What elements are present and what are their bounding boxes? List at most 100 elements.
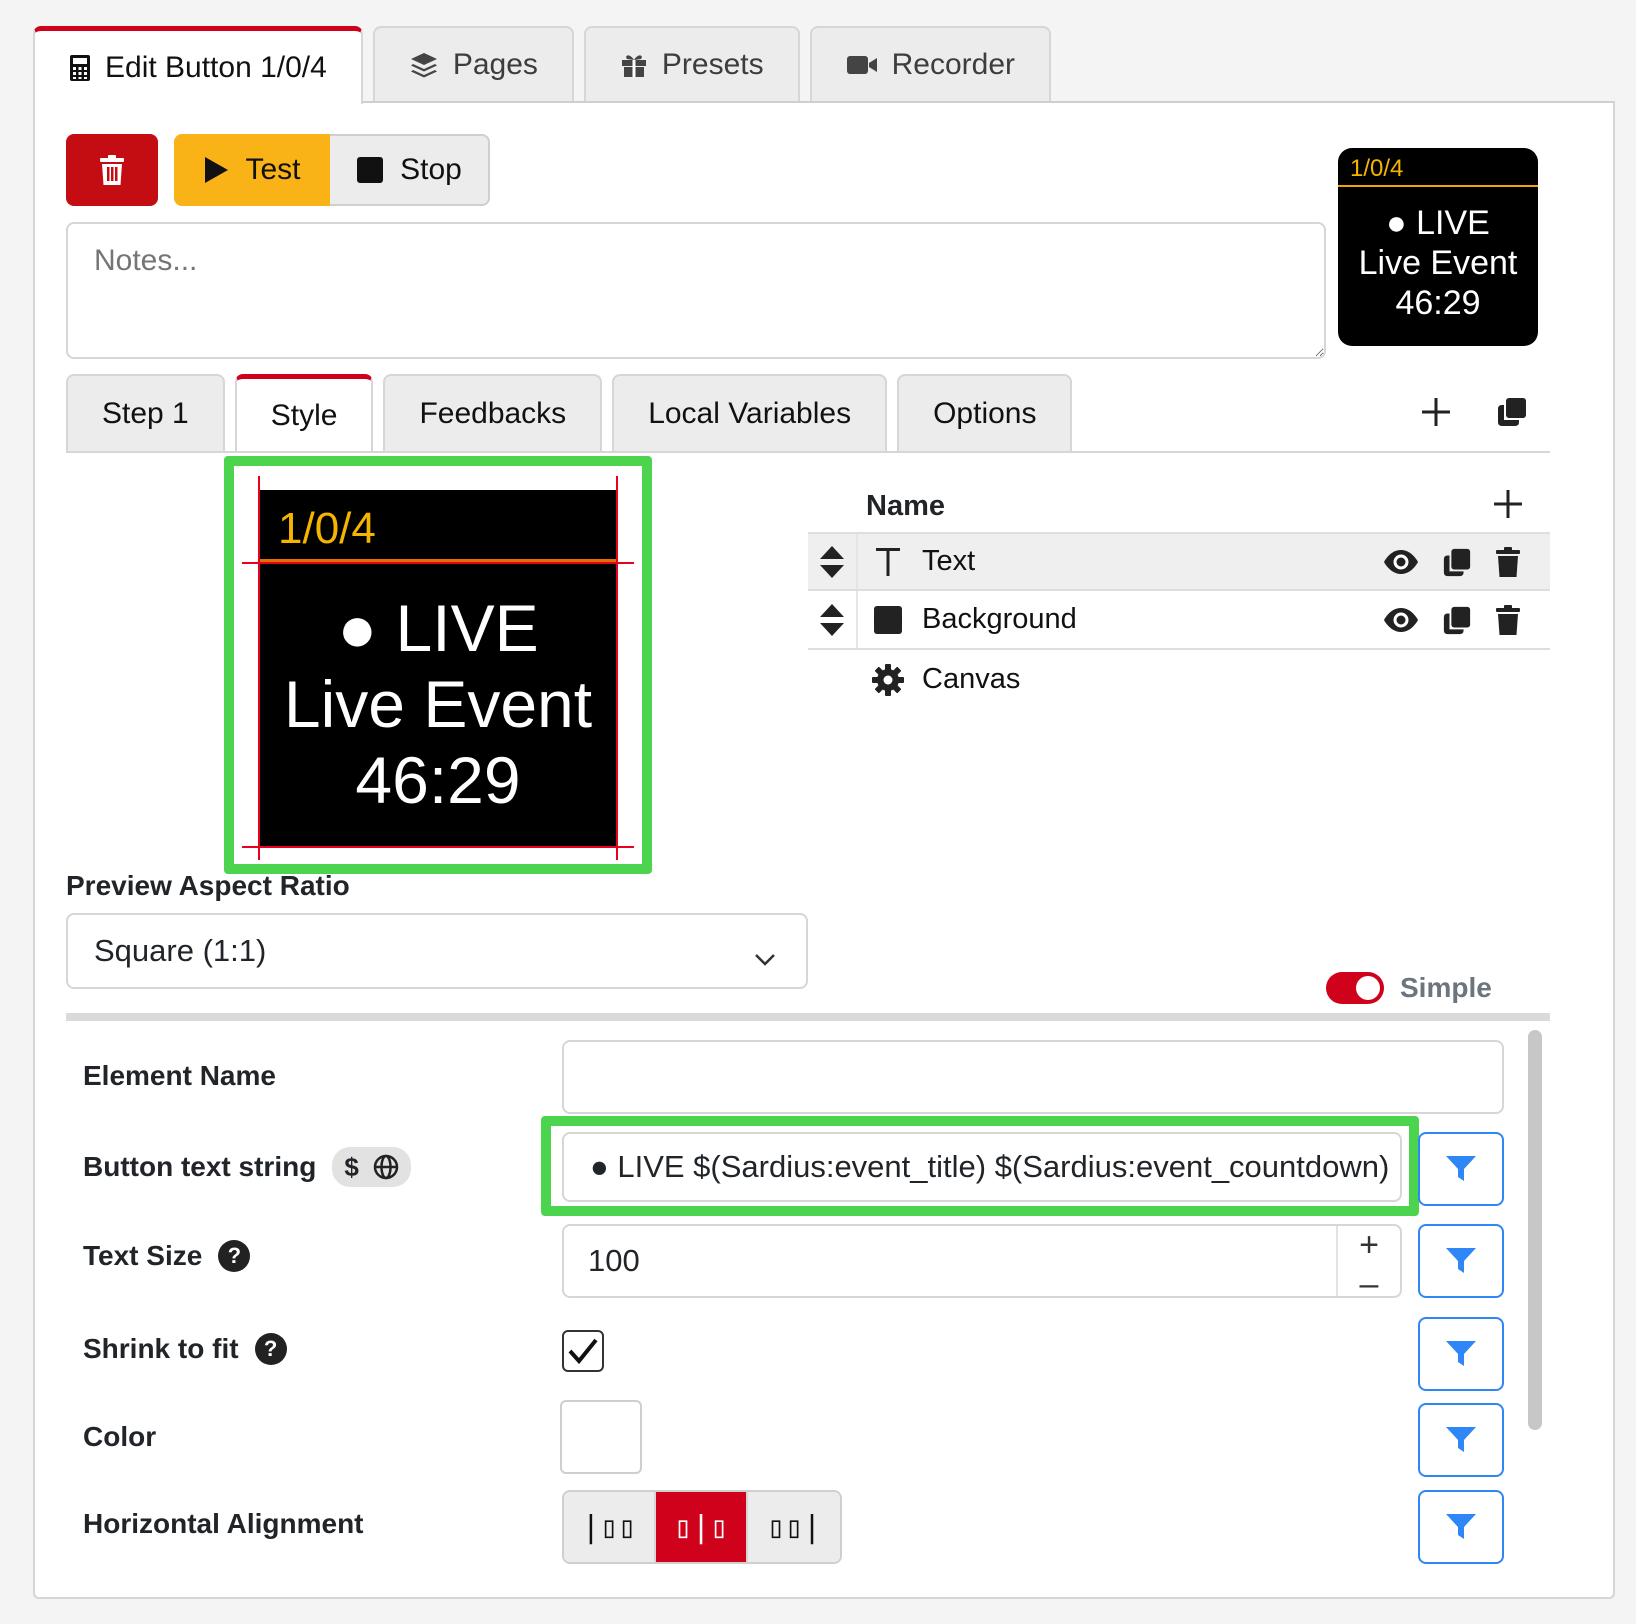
gift-icon [620,51,648,79]
copy-icon[interactable] [1442,546,1472,578]
element-row-text[interactable]: Text [808,532,1550,591]
layers-icon [409,51,439,79]
tab-label: Edit Button 1/0/4 [105,50,327,84]
button-preview-thumbnail: 1/0/4 ● LIVE Live Event 46:29 [1338,148,1538,346]
tab-edit-button[interactable]: Edit Button 1/0/4 [33,26,363,104]
plus-icon [1493,489,1523,519]
filter-icon [1445,1155,1477,1183]
tab-local-variables[interactable]: Local Variables [612,374,888,452]
trash-icon[interactable] [1494,546,1522,578]
filter-icon [1445,1340,1477,1368]
label-text: Element Name [83,1060,276,1091]
text-type-icon [866,547,910,577]
filter-button[interactable] [1418,1490,1504,1564]
tab-recorder[interactable]: Recorder [809,26,1052,102]
filter-button[interactable] [1418,1224,1504,1298]
filter-icon [1445,1513,1477,1541]
tab-presets[interactable]: Presets [583,26,800,102]
stop-label: Stop [400,153,462,186]
tab-label: Pages [452,48,538,81]
element-row-background[interactable]: Background [808,591,1550,650]
element-label: Text [922,545,976,577]
increment-icon[interactable]: + [1359,1226,1379,1265]
variable-badge[interactable]: $ [332,1147,411,1187]
guide-line [258,476,260,860]
trash-icon[interactable] [1494,604,1522,636]
element-name-label: Element Name [83,1060,276,1092]
eye-icon[interactable] [1382,607,1420,633]
gear-icon [866,663,910,697]
step-tabs: Step 1 Style Feedbacks Local Variables O… [66,374,1082,452]
filter-button[interactable] [1418,1317,1504,1391]
filter-icon [1445,1247,1477,1275]
video-icon [846,53,878,77]
toggle-switch[interactable] [1326,972,1384,1004]
copy-icon [1496,396,1528,428]
preview-line: Live Event [1358,244,1518,282]
number-stepper[interactable]: + – [1336,1226,1400,1296]
filter-button[interactable] [1418,1132,1504,1206]
element-list: Name Text Background Canvas [808,480,1550,709]
guide-line [242,846,634,848]
test-button[interactable]: Test [174,134,330,206]
delete-button[interactable] [66,134,158,206]
button-text-label: Button text string $ [83,1147,411,1187]
notes-field[interactable] [66,222,1326,359]
eye-icon[interactable] [1382,549,1420,575]
preview-line: ● LIVE [337,591,539,665]
main-tabs: Edit Button 1/0/4 Pages Presets Recorder [33,26,1061,104]
aspect-ratio-select[interactable]: Square (1:1) [66,913,808,989]
copy-icon[interactable] [1442,604,1472,636]
stop-icon [356,156,384,184]
drag-handle-icon[interactable] [808,534,858,589]
add-step-button[interactable] [1414,390,1458,434]
tab-label: Presets [661,48,764,81]
preview-line: 46:29 [1395,284,1481,322]
tab-divider [66,451,1550,453]
element-label: Canvas [922,663,1021,695]
button-text-input[interactable]: ● LIVE $(Sardius:event_title) $(Sardius:… [562,1132,1402,1202]
shrink-to-fit-label: Shrink to fit ? [83,1333,287,1365]
filter-button[interactable] [1418,1403,1504,1477]
color-swatch[interactable] [560,1400,642,1474]
label-text: Horizontal Alignment [83,1508,364,1539]
test-label: Test [245,153,301,186]
align-left-button[interactable]: |▯▯ [564,1492,656,1562]
calculator-icon [69,54,91,82]
tab-options[interactable]: Options [897,374,1073,452]
play-icon [203,156,229,184]
shrink-to-fit-checkbox[interactable] [562,1330,604,1372]
simple-mode-toggle[interactable]: Simple [1326,972,1492,1004]
stop-button[interactable]: Stop [330,134,490,206]
element-row-canvas[interactable]: Canvas [808,650,1550,709]
align-right-button[interactable]: ▯▯| [748,1492,840,1562]
label-text: Text Size [83,1240,203,1271]
decrement-icon[interactable]: – [1360,1265,1379,1296]
label-text: Button text string [83,1151,317,1182]
tab-step-1[interactable]: Step 1 [66,374,225,452]
plus-icon [1421,397,1451,427]
tab-pages[interactable]: Pages [372,26,574,102]
horizontal-alignment-group: |▯▯ ▯|▯ ▯▯| [562,1490,842,1564]
tab-label: Recorder [891,48,1016,81]
text-size-input[interactable]: 100 + – [562,1224,1402,1298]
tab-feedbacks[interactable]: Feedbacks [383,374,603,452]
help-icon[interactable]: ? [218,1240,251,1272]
dollar-icon: $ [344,1151,359,1182]
element-name-input[interactable] [562,1040,1504,1114]
preview-location: 1/0/4 [1338,148,1538,187]
add-element-button[interactable] [1488,484,1528,524]
guide-line [616,476,618,860]
duplicate-step-button[interactable] [1490,390,1534,434]
align-center-button[interactable]: ▯|▯ [656,1492,748,1562]
scrollbar[interactable] [1528,1030,1542,1430]
help-icon[interactable]: ? [254,1333,287,1365]
drag-handle-icon[interactable] [808,591,858,648]
name-column-label: Name [866,489,945,522]
globe-icon [373,1154,399,1180]
checkmark-icon [567,1337,599,1365]
tab-style[interactable]: Style [234,374,374,452]
label-text: Color [83,1421,157,1452]
text-size-value: 100 [588,1243,640,1278]
section-divider [66,1013,1550,1021]
